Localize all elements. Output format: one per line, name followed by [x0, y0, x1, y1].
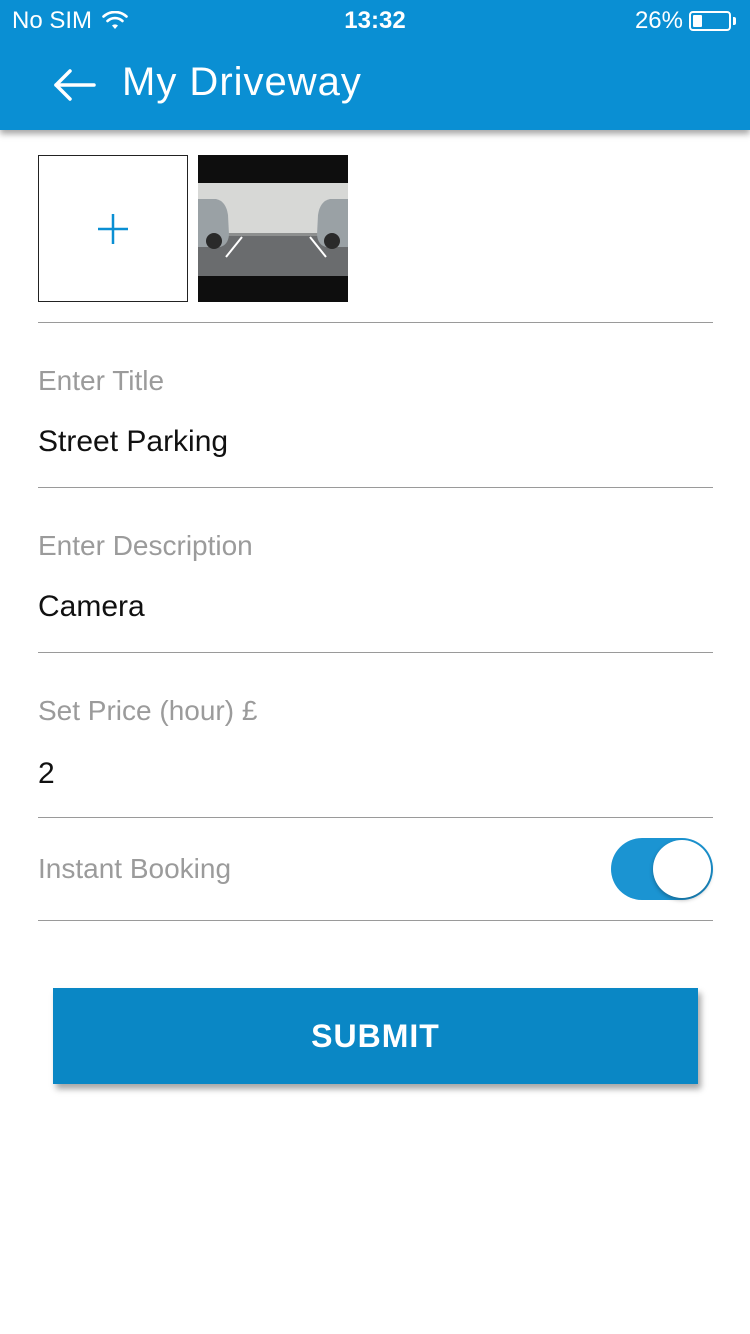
submit-button[interactable]: SUBMIT — [53, 988, 698, 1084]
instant-booking-toggle[interactable] — [611, 838, 713, 900]
title-divider — [38, 487, 713, 488]
battery-nub — [733, 17, 736, 25]
instant-booking-label: Instant Booking — [38, 853, 232, 884]
title-label: Enter Title — [38, 365, 165, 396]
price-label: Set Price (hour) £ — [38, 695, 258, 726]
parking-photo-image — [198, 155, 348, 302]
title-input[interactable] — [38, 422, 713, 462]
price-input[interactable] — [38, 754, 713, 794]
price-divider — [38, 817, 713, 818]
back-button[interactable] — [44, 58, 104, 112]
description-divider — [38, 652, 713, 653]
plus-icon — [98, 213, 128, 244]
description-input[interactable] — [38, 587, 713, 627]
arrow-left-icon — [54, 69, 96, 101]
toggle-knob — [653, 840, 711, 898]
status-bar: No SIM 13:32 26% — [0, 0, 750, 40]
description-label: Enter Description — [38, 530, 253, 561]
parking-photo-thumbnail[interactable] — [198, 155, 348, 302]
battery-icon — [689, 11, 731, 31]
page-title: My Driveway — [122, 60, 362, 104]
photo-gallery — [38, 155, 348, 302]
battery-percent: 26% — [634, 7, 683, 34]
battery-level-fill — [693, 15, 702, 27]
app-header: No SIM 13:32 26% My Driveway — [0, 0, 750, 130]
instant-booking-divider — [38, 920, 713, 921]
battery-indicator: 26% — [635, 7, 736, 35]
nav-bar: My Driveway — [0, 40, 750, 130]
photos-divider — [38, 322, 713, 323]
add-photo-button[interactable] — [38, 155, 188, 302]
